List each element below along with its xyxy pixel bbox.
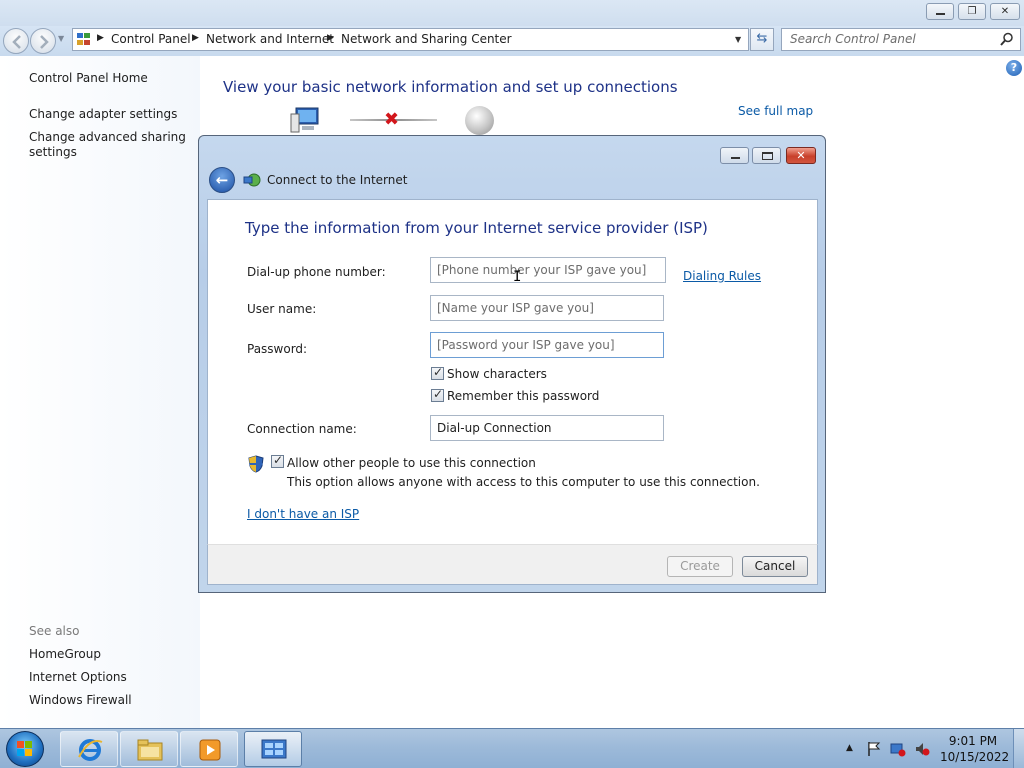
phone-number-placeholder: [Phone number your ISP gave you]: [437, 263, 647, 277]
navigation-bar: ▼ ▶ Control Panel ▶ Network and Internet…: [0, 26, 1024, 56]
task-pane: Control Panel Home Change adapter settin…: [0, 56, 200, 728]
computer-icon: [290, 107, 319, 133]
sidebar-item-change-advanced-sharing-line2[interactable]: settings: [29, 145, 77, 160]
address-bar[interactable]: ▶ Control Panel ▶ Network and Internet ▶…: [72, 28, 749, 51]
user-name-label: User name:: [247, 302, 317, 316]
action-center-flag-icon[interactable]: [866, 741, 882, 757]
password-placeholder: [Password your ISP gave you]: [437, 338, 615, 352]
taskbar-windows-explorer[interactable]: [120, 731, 178, 767]
see-also-homegroup[interactable]: HomeGroup: [29, 647, 101, 662]
forward-button[interactable]: [30, 28, 56, 54]
taskbar: ▲ 9:01 PM 10/15/2022: [0, 728, 1024, 768]
network-icon: [243, 173, 261, 187]
see-full-map-link[interactable]: See full map: [738, 104, 813, 118]
sidebar-item-control-panel-home[interactable]: Control Panel Home: [29, 71, 148, 86]
refresh-button[interactable]: ⇆: [750, 28, 774, 51]
show-characters-checkbox[interactable]: [431, 365, 444, 380]
breadcrumb-network-and-sharing-center[interactable]: Network and Sharing Center: [341, 32, 512, 46]
control-panel-icon: [261, 739, 287, 759]
dialog-heading: Type the information from your Internet …: [245, 219, 708, 237]
page-title: View your basic network information and …: [223, 78, 678, 96]
user-name-placeholder: [Name your ISP gave you]: [437, 301, 594, 315]
user-name-field[interactable]: [Name your ISP gave you]: [430, 295, 664, 321]
forward-icon: [40, 35, 49, 49]
dialing-rules-link[interactable]: Dialing Rules: [683, 269, 761, 283]
connection-name-label: Connection name:: [247, 422, 357, 436]
refresh-icon: ⇆: [756, 31, 768, 46]
shield-icon: [248, 455, 264, 473]
breadcrumb-network-and-internet[interactable]: Network and Internet: [206, 32, 334, 46]
dialog-minimize-button[interactable]: [720, 147, 749, 164]
password-field[interactable]: [Password your ISP gave you]: [430, 332, 664, 358]
show-characters-label[interactable]: Show characters: [447, 367, 547, 381]
phone-number-label: Dial-up phone number:: [247, 265, 386, 279]
remember-password-label[interactable]: Remember this password: [447, 389, 599, 403]
show-desktop-button[interactable]: [1013, 729, 1024, 768]
dialog-maximize-button[interactable]: [752, 147, 781, 164]
see-also-heading: See also: [29, 624, 80, 638]
taskbar-control-panel[interactable]: [244, 731, 302, 767]
taskbar-media-player[interactable]: [180, 731, 238, 767]
folder-icon: [137, 739, 163, 761]
allow-others-checkbox[interactable]: [271, 453, 284, 468]
back-icon: [12, 35, 21, 49]
dialog-body: Type the information from your Internet …: [207, 199, 818, 544]
clock-time[interactable]: 9:01 PM: [940, 734, 1006, 748]
volume-muted-icon[interactable]: [914, 741, 930, 757]
connection-error-icon: ✖: [384, 109, 400, 130]
window-titlebar: ❐ ✕: [0, 0, 1024, 26]
connection-name-field[interactable]: Dial-up Connection: [430, 415, 664, 441]
windows-flag-icon: [17, 741, 33, 757]
password-label: Password:: [247, 342, 308, 356]
create-button[interactable]: Create: [667, 556, 733, 577]
control-panel-icon: [77, 33, 91, 46]
sidebar-item-change-advanced-sharing[interactable]: Change advanced sharing: [29, 130, 186, 145]
search-input[interactable]: Search Control Panel: [781, 28, 1021, 51]
allow-others-label[interactable]: Allow other people to use this connectio…: [287, 456, 536, 470]
back-button[interactable]: [3, 28, 29, 54]
dialog-title: Connect to the Internet: [267, 173, 408, 187]
no-isp-link[interactable]: I don't have an ISP: [247, 507, 359, 521]
address-dropdown-icon[interactable]: ▼: [735, 35, 741, 44]
breadcrumb-separator[interactable]: ▶: [97, 33, 104, 43]
dialog-close-button[interactable]: ✕: [786, 147, 816, 164]
media-player-icon: [199, 739, 221, 761]
globe-icon: [465, 106, 494, 135]
taskbar-internet-explorer[interactable]: [60, 731, 118, 767]
connect-to-internet-dialog: ✕ ← Connect to the Internet Type the inf…: [198, 135, 826, 593]
start-button[interactable]: [6, 731, 44, 767]
clock-date[interactable]: 10/15/2022: [940, 750, 1009, 764]
allow-others-description: This option allows anyone with access to…: [287, 475, 760, 489]
sidebar-item-change-adapter-settings[interactable]: Change adapter settings: [29, 107, 177, 122]
help-icon[interactable]: ?: [1006, 60, 1022, 76]
connection-name-value: Dial-up Connection: [437, 421, 552, 435]
network-status-icon[interactable]: [890, 741, 906, 757]
recent-pages-dropdown[interactable]: ▼: [58, 34, 64, 43]
breadcrumb-separator[interactable]: ▶: [192, 33, 199, 43]
text-cursor-icon: I: [513, 269, 522, 285]
minimize-button[interactable]: [926, 3, 954, 20]
see-also-internet-options[interactable]: Internet Options: [29, 670, 127, 685]
internet-explorer-icon: [78, 739, 103, 761]
close-button[interactable]: ✕: [990, 3, 1020, 20]
cancel-button[interactable]: Cancel: [742, 556, 808, 577]
back-arrow-icon: ←: [215, 171, 229, 189]
show-hidden-icons-icon[interactable]: ▲: [846, 743, 853, 753]
dialog-footer: Create Cancel: [207, 544, 818, 585]
see-also-windows-firewall[interactable]: Windows Firewall: [29, 693, 132, 708]
search-icon[interactable]: [1000, 32, 1014, 46]
breadcrumb-separator[interactable]: ▶: [327, 33, 334, 43]
remember-password-checkbox[interactable]: [431, 387, 444, 402]
breadcrumb-control-panel[interactable]: Control Panel: [111, 32, 191, 46]
search-placeholder: Search Control Panel: [790, 32, 916, 46]
phone-number-field[interactable]: [Phone number your ISP gave you]: [430, 257, 666, 283]
dialog-back-button[interactable]: ←: [209, 167, 235, 193]
restore-button[interactable]: ❐: [958, 3, 986, 20]
